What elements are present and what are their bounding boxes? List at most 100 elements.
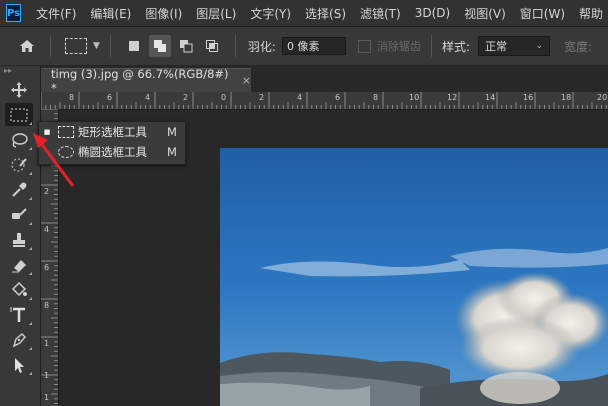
antialias-checkbox[interactable] bbox=[357, 39, 371, 53]
marquee-icon bbox=[10, 108, 28, 121]
flyout-item-label: 矩形选框工具 bbox=[78, 125, 147, 139]
ruler-label: 2 bbox=[44, 187, 50, 196]
home-button[interactable] bbox=[14, 33, 40, 59]
ruler-label: 6 bbox=[335, 93, 341, 102]
tool-group-indicator bbox=[29, 272, 32, 275]
document-tab-bar: timg (3).jpg @ 66.7%(RGB/8#) * × bbox=[41, 66, 608, 95]
intersect-selection-icon bbox=[205, 40, 218, 52]
ellipse-marquee-icon bbox=[58, 146, 74, 158]
ruler-label: 8 bbox=[373, 93, 379, 102]
arrow-pointer-icon bbox=[15, 357, 24, 373]
tools-panel: ▸▸ bbox=[0, 66, 41, 406]
pen-icon bbox=[12, 332, 26, 347]
clone-stamp-tool[interactable] bbox=[5, 228, 33, 251]
stamp-icon bbox=[13, 232, 25, 247]
quick-selection-tool[interactable] bbox=[5, 153, 33, 176]
divider bbox=[234, 35, 236, 57]
tool-group-indicator bbox=[29, 122, 32, 125]
flyout-item-elliptical-marquee[interactable]: 椭圆选框工具 M bbox=[39, 142, 185, 162]
menu-edit[interactable]: 编辑(E) bbox=[83, 5, 138, 22]
ruler-label: 20 bbox=[597, 93, 608, 102]
new-selection-icon bbox=[128, 41, 139, 51]
menu-help[interactable]: 帮助 bbox=[572, 5, 608, 22]
menu-layer[interactable]: 图层(L) bbox=[189, 5, 243, 22]
eyedropper-icon bbox=[12, 182, 27, 197]
ruler-label: 6 bbox=[107, 93, 113, 102]
style-label: 样式: bbox=[441, 39, 471, 54]
menu-3d[interactable]: 3D(D) bbox=[408, 6, 457, 20]
pen-tool[interactable] bbox=[5, 328, 33, 351]
selected-bullet-icon: ■ bbox=[43, 128, 51, 136]
subtract-from-selection-button[interactable] bbox=[175, 35, 197, 57]
move-icon bbox=[11, 81, 27, 98]
menu-view[interactable]: 视图(V) bbox=[457, 5, 513, 22]
menu-file[interactable]: 文件(F) bbox=[29, 5, 83, 22]
ruler-label: 8 bbox=[44, 301, 50, 310]
style-select[interactable]: 正常 ⌄ bbox=[478, 36, 551, 56]
ruler-label: 4 bbox=[145, 93, 151, 102]
ruler-label: 4 bbox=[297, 93, 303, 102]
width-label: 宽度: bbox=[564, 39, 593, 54]
ruler-label: 14 bbox=[485, 93, 496, 102]
menu-select[interactable]: 选择(S) bbox=[298, 5, 353, 22]
flyout-item-shortcut: M bbox=[167, 125, 177, 139]
rectangular-marquee-tool[interactable] bbox=[5, 103, 33, 126]
tool-group-indicator bbox=[29, 197, 32, 200]
tool-group-indicator bbox=[29, 247, 32, 250]
ruler-label: 4 bbox=[44, 225, 50, 234]
menu-image[interactable]: 图像(I) bbox=[138, 5, 189, 22]
add-selection-icon bbox=[153, 40, 166, 52]
healing-brush-tool[interactable] bbox=[5, 203, 33, 226]
menu-filter[interactable]: 滤镜(T) bbox=[353, 5, 408, 22]
ruler-label: 8 bbox=[69, 93, 75, 102]
feather-label: 羽化: bbox=[247, 39, 276, 54]
ruler-label: 12 bbox=[447, 93, 458, 102]
tool-group-indicator bbox=[29, 297, 32, 300]
ruler-label: 1 bbox=[44, 393, 50, 402]
tool-preset-marquee-icon[interactable] bbox=[65, 38, 87, 54]
horizontal-ruler[interactable]: 8 6 4 2 0 2 4 6 8 10 12 14 16 18 20 bbox=[41, 92, 608, 110]
toolbar-grip[interactable]: ▸▸ bbox=[0, 66, 40, 76]
ruler-label: 0 bbox=[221, 93, 227, 102]
menu-bar: Ps 文件(F) 编辑(E) 图像(I) 图层(L) 文字(Y) 选择(S) 滤… bbox=[0, 0, 608, 27]
divider bbox=[109, 35, 111, 57]
menu-type[interactable]: 文字(Y) bbox=[243, 5, 298, 22]
tool-group-indicator bbox=[29, 172, 32, 175]
tool-group-indicator bbox=[29, 372, 32, 375]
intersect-selection-button[interactable] bbox=[201, 35, 223, 57]
new-selection-button[interactable] bbox=[123, 35, 145, 57]
feather-input[interactable]: 0 像素 bbox=[281, 37, 346, 55]
type-tool[interactable] bbox=[5, 303, 33, 326]
ruler-label: 6 bbox=[44, 263, 50, 272]
options-bar: ▼ 羽化: 0 像素 消除锯齿 样式: 正常 ⌄ 宽度: bbox=[0, 27, 608, 66]
tool-group-indicator bbox=[29, 322, 32, 325]
lasso-icon bbox=[12, 132, 28, 148]
move-tool[interactable] bbox=[5, 78, 33, 101]
add-to-selection-button[interactable] bbox=[148, 35, 171, 57]
document-image[interactable] bbox=[220, 148, 608, 406]
tool-group-indicator bbox=[29, 147, 32, 150]
tool-group-indicator bbox=[29, 347, 32, 350]
ruler-label: 10 bbox=[409, 93, 420, 102]
document-tab[interactable]: timg (3).jpg @ 66.7%(RGB/8#) * × bbox=[41, 67, 251, 95]
eraser-tool[interactable] bbox=[5, 253, 33, 276]
flyout-item-rectangular-marquee[interactable]: ■ 矩形选框工具 M bbox=[39, 122, 185, 142]
ruler-label: 18 bbox=[561, 93, 572, 102]
menu-window[interactable]: 窗口(W) bbox=[513, 5, 572, 22]
path-selection-tool[interactable] bbox=[5, 353, 33, 376]
chevron-down-icon[interactable]: ▼ bbox=[93, 41, 100, 51]
paint-bucket-icon bbox=[11, 281, 27, 296]
quick-selection-icon bbox=[11, 157, 27, 171]
lasso-tool[interactable] bbox=[5, 128, 33, 151]
divider bbox=[50, 35, 51, 57]
eyedropper-tool[interactable] bbox=[5, 178, 33, 201]
ruler-label: 2 bbox=[183, 93, 189, 102]
healing-brush-icon bbox=[12, 207, 27, 219]
marquee-tool-flyout: ■ 矩形选框工具 M 椭圆选框工具 M bbox=[38, 121, 186, 165]
paint-bucket-tool[interactable] bbox=[5, 278, 33, 301]
antialias-label: 消除锯齿 bbox=[376, 40, 421, 53]
style-value: 正常 bbox=[485, 40, 508, 53]
ruler-label: 1 bbox=[44, 371, 50, 380]
eraser-icon bbox=[12, 259, 26, 272]
close-icon[interactable]: × bbox=[242, 74, 251, 87]
